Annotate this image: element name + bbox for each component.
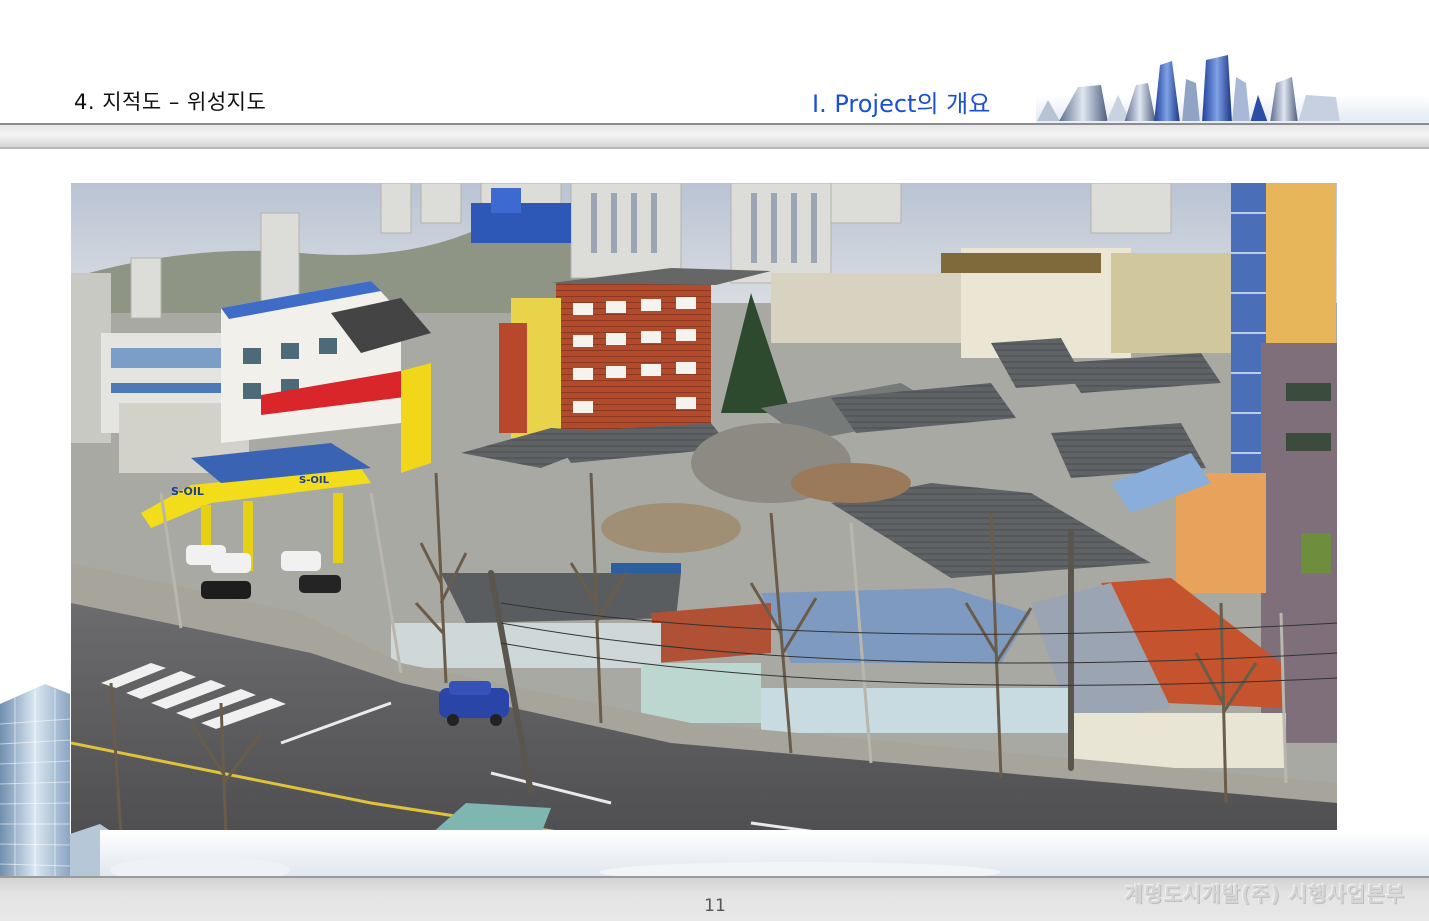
company-name: 계명도시개발(주) 시행사업본부 [1124, 882, 1405, 906]
sign-text: S-OIL [171, 485, 204, 498]
neighborhood-illustration: S-OIL S-OIL [71, 183, 1337, 834]
neighborhood-photo: S-OIL S-OIL [71, 183, 1337, 834]
sign-text-2: S-OIL [299, 475, 330, 486]
page-title: 4. 지적도 – 위성지도 [74, 90, 267, 114]
header-divider [0, 123, 1429, 149]
page-number: 11 [704, 896, 726, 916]
cloud-strip-graphic [100, 830, 1429, 878]
city-skyline-graphic [1036, 55, 1429, 127]
section-title: Ⅰ. Project의 개요 [812, 90, 991, 118]
